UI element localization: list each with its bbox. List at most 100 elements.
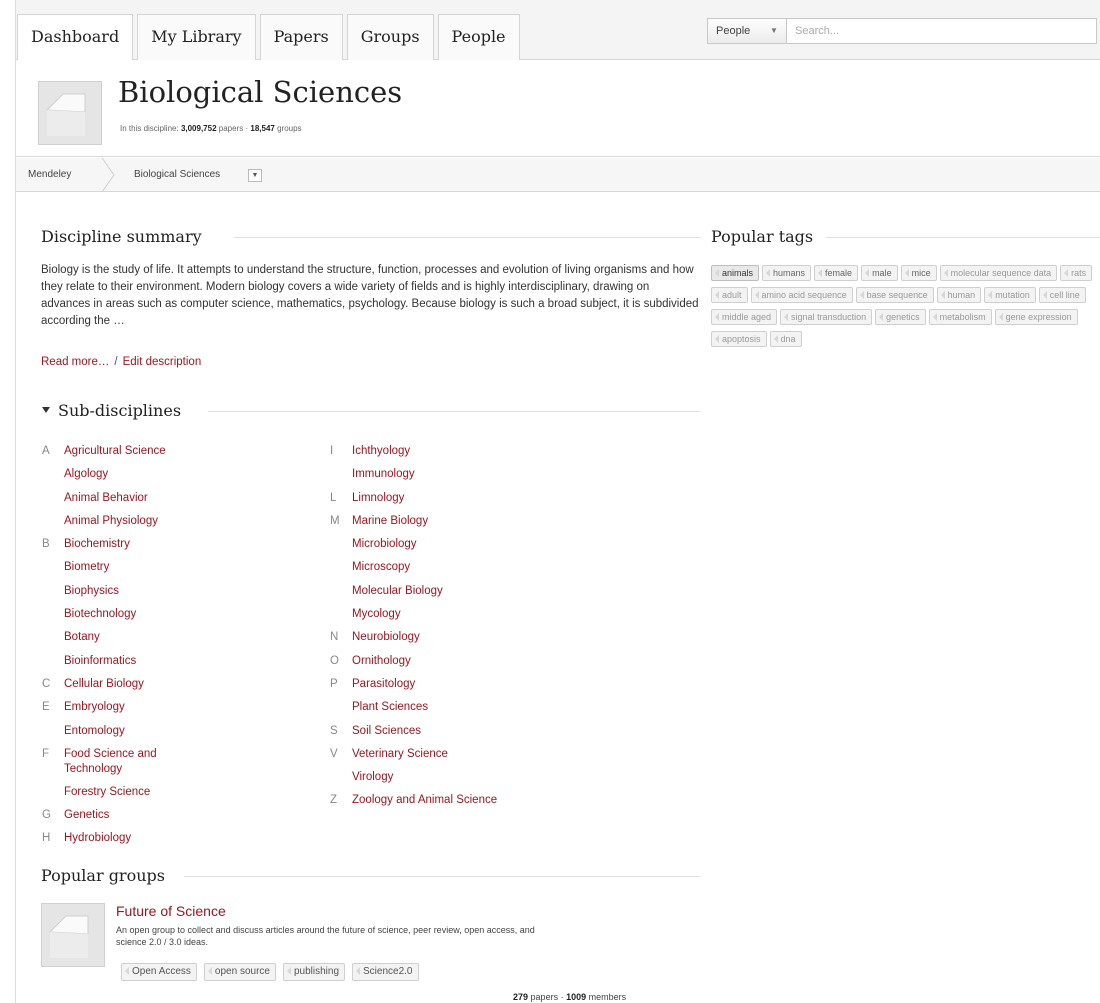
subdiscipline-link[interactable]: Zoology and Animal Science [352,789,497,812]
subdiscipline-link[interactable]: Biometry [64,556,109,579]
subdiscipline-link[interactable]: Virology [352,766,393,789]
subdiscipline-link[interactable]: Microbiology [352,533,417,556]
subdiscipline-item: Botany [42,626,302,649]
popular-tag[interactable]: signal transduction [780,309,873,325]
subdiscipline-item: H Hydrobiology [42,827,302,850]
subdiscipline-link[interactable]: Molecular Biology [352,580,443,603]
subdiscipline-item: Virology [330,766,590,789]
popular-tag[interactable]: genetics [875,309,926,325]
subdiscipline-link[interactable]: Biochemistry [64,533,130,556]
index-letter: I [330,445,334,457]
popular-tag[interactable]: mutation [984,287,1036,303]
popular-tag[interactable]: base sequence [855,287,934,303]
subdiscipline-link[interactable]: Limnology [352,487,404,510]
actions-separator: / [114,356,118,368]
index-letter: H [42,832,51,845]
popular-tag[interactable]: cell line [1038,287,1086,303]
read-more-link[interactable]: Read more… [41,356,109,368]
subdiscipline-link[interactable]: Neurobiology [352,626,420,649]
popular-tag[interactable]: humans [762,265,812,281]
popular-tag[interactable]: middle aged [711,309,778,325]
subdiscipline-link[interactable]: Mycology [352,603,401,626]
subdiscipline-link[interactable]: Microscopy [352,556,410,579]
subdiscipline-item: Z Zoology and Animal Science [330,789,590,812]
subdiscipline-link[interactable]: Parasitology [352,673,415,696]
popular-tag[interactable]: female [814,265,859,281]
subdiscipline-link[interactable]: Soil Sciences [352,720,421,743]
subdiscipline-link[interactable]: Food Science and Technology [64,743,204,777]
breadcrumb-biological-sciences[interactable]: Biological Sciences [134,158,220,192]
popular-tag[interactable]: adult [711,287,748,303]
group-name-link[interactable]: Future of Science [116,903,226,919]
popular-tag[interactable]: molecular sequence data [939,265,1058,281]
breadcrumb: Mendeley Biological Sciences ▼ [16,158,1100,192]
subdiscipline-link[interactable]: Animal Physiology [64,510,158,533]
group-image-placeholder-icon[interactable] [41,903,105,967]
tab-my-library[interactable]: My Library [137,14,256,60]
tab-groups[interactable]: Groups [346,14,434,60]
subdiscipline-link[interactable]: Veterinary Science [352,743,448,766]
subdiscipline-link[interactable]: Immunology [352,463,415,486]
subdiscipline-link[interactable]: Bioinformatics [64,650,136,673]
group-tag[interactable]: Science2.0 [352,963,419,981]
popular-tag[interactable]: metabolism [928,309,992,325]
index-letter: O [330,654,339,667]
subdisciplines-column-right: I Ichthyology Immunology L Limnology M Mari… [330,440,590,813]
collapse-caret-icon[interactable] [42,407,50,413]
tab-papers[interactable]: Papers [259,14,343,60]
subdiscipline-item: O Ornithology [330,650,590,673]
subdiscipline-item: Animal Physiology [42,510,302,533]
tab-dashboard[interactable]: Dashboard [17,14,134,60]
popular-tag[interactable]: male [861,265,898,281]
popular-tag[interactable]: mice [900,265,937,281]
popular-tag[interactable]: amino acid sequence [750,287,853,303]
group-tag[interactable]: Open Access [121,963,197,981]
subdiscipline-link[interactable]: Genetics [64,804,109,827]
subdiscipline-link[interactable]: Biophysics [64,580,119,603]
discipline-image-placeholder-icon [38,81,102,145]
subdiscipline-link[interactable]: Biotechnology [64,603,136,626]
subdiscipline-link[interactable]: Plant Sciences [352,696,428,719]
edit-description-link[interactable]: Edit description [123,356,202,368]
popular-tag[interactable]: apoptosis [711,331,767,347]
popular-tag[interactable]: rats [1060,265,1093,281]
subdiscipline-item: I Ichthyology [330,440,590,463]
subdiscipline-link[interactable]: Hydrobiology [64,827,131,850]
index-letter: E [42,701,50,714]
group-tags: Open Access open source publishing Scien… [121,963,422,985]
subdiscipline-item: Animal Behavior [42,487,302,510]
subdiscipline-item: Bioinformatics [42,650,302,673]
breadcrumb-separator-icon [101,158,115,192]
group-tag[interactable]: publishing [282,963,346,981]
tab-people[interactable]: People [437,14,520,60]
subdiscipline-link[interactable]: Forestry Science [64,781,150,804]
search-input[interactable] [787,18,1097,44]
subdiscipline-link[interactable]: Entomology [64,720,125,743]
index-letter: V [330,747,338,760]
subdiscipline-link[interactable]: Ornithology [352,650,411,673]
popular-tag[interactable]: gene expression [994,309,1078,325]
subdiscipline-item: G Genetics [42,804,302,827]
breadcrumb-mendeley[interactable]: Mendeley [28,158,71,192]
subdiscipline-link[interactable]: Ichthyology [352,440,410,463]
subdiscipline-link[interactable]: Botany [64,626,100,649]
subdiscipline-item: Forestry Science [42,781,302,804]
subdiscipline-link[interactable]: Algology [64,463,108,486]
popular-tag[interactable]: dna [769,331,802,347]
subdiscipline-link[interactable]: Cellular Biology [64,673,144,696]
group-members-count: 1009 [566,992,587,1002]
subdiscipline-link[interactable]: Embryology [64,696,125,719]
discipline-stats: In this discipline: 3,009,752 papers · 1… [120,124,302,133]
subdiscipline-link[interactable]: Marine Biology [352,510,428,533]
subdiscipline-item: Biometry [42,556,302,579]
subdiscipline-link[interactable]: Animal Behavior [64,487,148,510]
search-scope-select[interactable]: People ▼ [707,18,787,44]
subdiscipline-item: L Limnology [330,487,590,510]
group-tag[interactable]: open source [203,963,276,981]
popular-tag[interactable]: human [936,287,982,303]
subdiscipline-link[interactable]: Agricultural Science [64,440,166,463]
breadcrumb-dropdown-chevron-icon[interactable]: ▼ [248,169,262,182]
index-letter: S [330,724,338,737]
subdiscipline-item: N Neurobiology [330,626,590,649]
popular-tag[interactable]: animals [711,265,760,281]
